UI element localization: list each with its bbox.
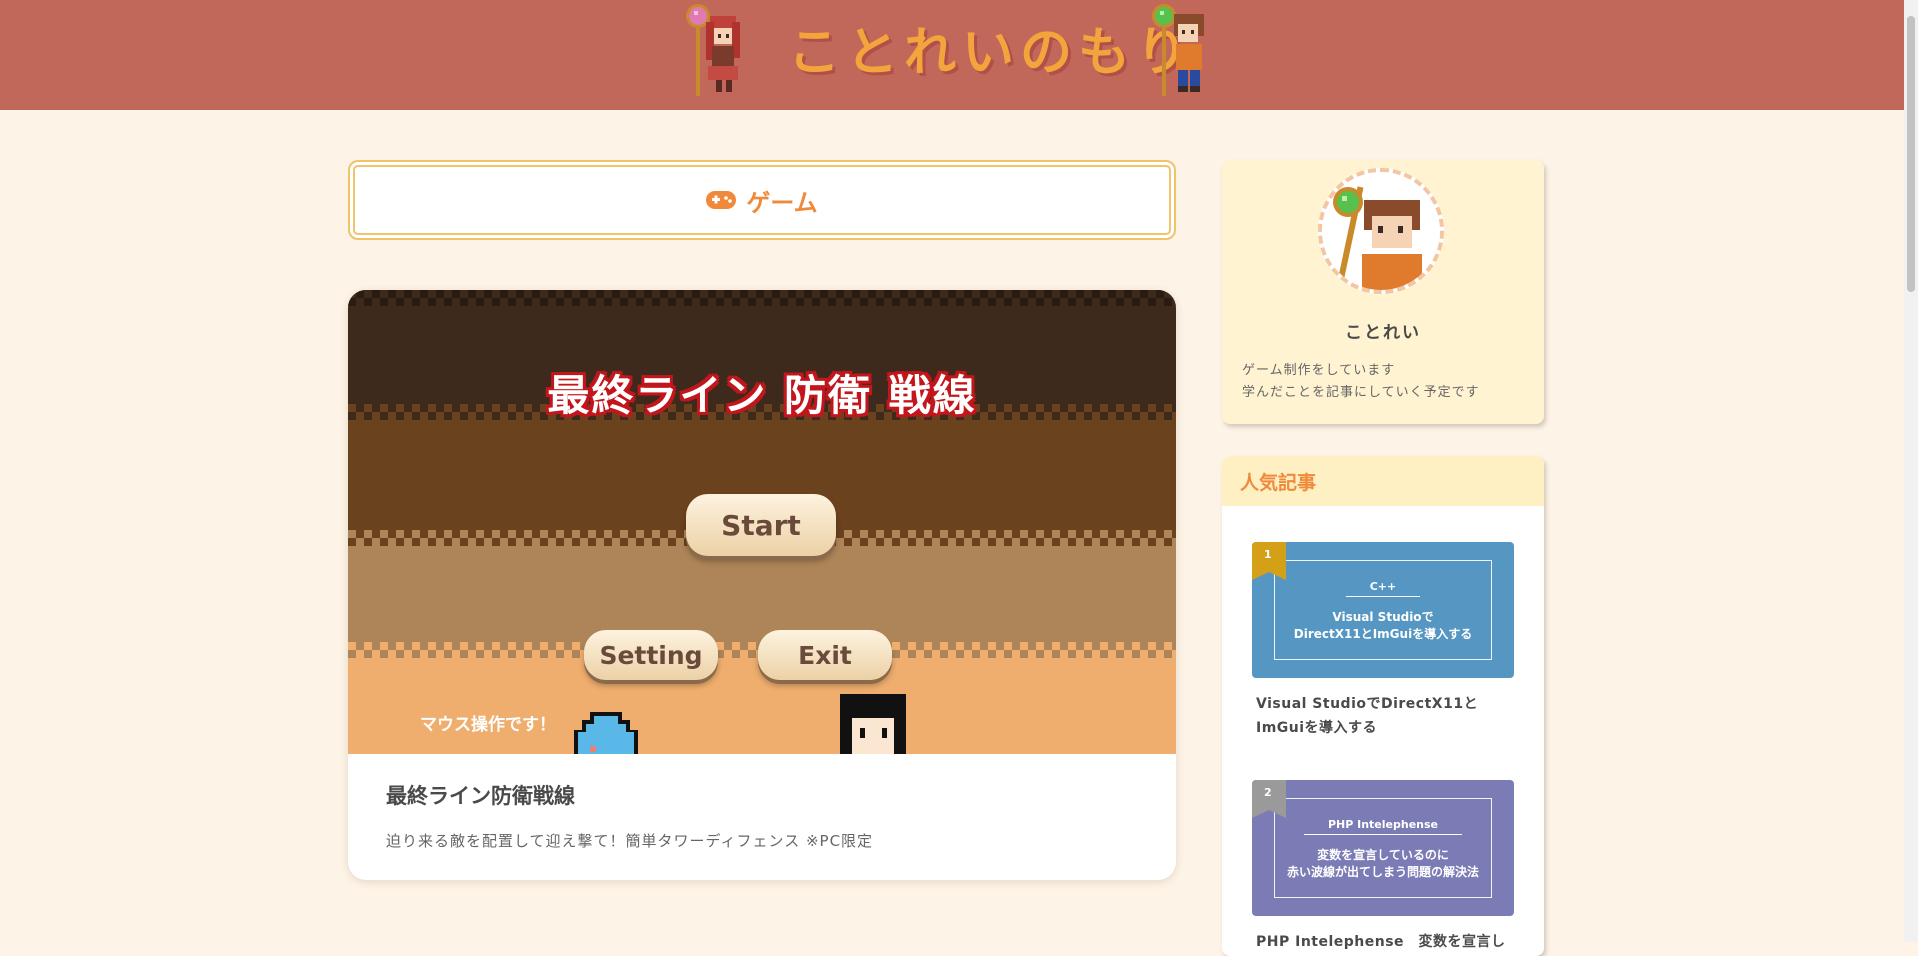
article-thumbnail[interactable]: 最終ライン 防衛 戦線 Start Setting Exit マウス操作です！ xyxy=(348,290,1176,754)
popular-articles-widget: 人気記事 C++ Visual Studioで DirectX11とImGuiを… xyxy=(1222,456,1544,956)
popular-article-tag: PHP Intelephense xyxy=(1303,816,1463,835)
profile-bio-line: ゲーム制作をしています xyxy=(1242,363,1396,378)
popular-article-thumbnail[interactable]: C++ Visual Studioで DirectX11とImGuiを導入する … xyxy=(1252,542,1514,678)
mouse-note: マウス操作です！ xyxy=(420,715,556,735)
article-title[interactable]: 最終ライン防衛戦線 xyxy=(386,780,873,810)
popular-article-tag: C++ xyxy=(1345,578,1421,597)
article-card[interactable]: 最終ライン 防衛 戦線 Start Setting Exit マウス操作です！ … xyxy=(348,290,1176,880)
profile-card: ことれい ゲーム制作をしています 学んだことを記事にしていく予定です xyxy=(1222,160,1544,424)
profile-bio-line: 学んだことを記事にしていく予定です xyxy=(1242,385,1480,400)
popular-article-title[interactable]: Visual StudioでDirectX11とImGuiを導入する xyxy=(1252,692,1514,740)
page-scrollbar[interactable] xyxy=(1904,0,1918,942)
popular-thumb-line: 変数を宣言しているのに xyxy=(1317,847,1449,862)
profile-name: ことれい xyxy=(1345,323,1421,343)
popular-thumb-line: DirectX11とImGuiを導入する xyxy=(1293,626,1473,641)
game-title-logo: 最終ライン 防衛 戦線 xyxy=(547,371,977,420)
avatar xyxy=(1318,168,1444,294)
popular-heading: 人気記事 xyxy=(1222,456,1544,506)
pixel-girl-icon xyxy=(686,4,740,96)
site-title[interactable]: ことれいのもり xyxy=(788,10,1194,85)
category-heading: ゲーム xyxy=(348,160,1176,240)
girl-character-icon xyxy=(840,694,906,754)
article-description: 迫り来る敵を配置して迎え撃て！簡単タワーディフェンス ※PC限定 xyxy=(386,832,874,850)
game-start-button: Start xyxy=(686,494,836,556)
gamepad-icon xyxy=(706,191,737,209)
popular-article-1[interactable]: C++ Visual Studioで DirectX11とImGuiを導入する … xyxy=(1252,542,1514,740)
popular-article-title[interactable]: PHP Intelephense 変数を宣言し xyxy=(1252,930,1514,954)
popular-article-2[interactable]: PHP Intelephense 変数を宣言しているのに 赤い波線が出てしまう問… xyxy=(1252,780,1514,954)
popular-thumb-line: 赤い波線が出てしまう問題の解決法 xyxy=(1286,864,1479,879)
game-setting-button: Setting xyxy=(584,630,718,680)
site-header: ことれいのもり xyxy=(0,0,1904,110)
rank-number: 1 xyxy=(1264,548,1272,561)
scrollbar-thumb[interactable] xyxy=(1907,16,1915,292)
slime-character-icon xyxy=(574,712,638,754)
popular-article-thumbnail[interactable]: PHP Intelephense 変数を宣言しているのに 赤い波線が出てしまう問… xyxy=(1252,780,1514,916)
popular-thumb-line: Visual Studioで xyxy=(1332,609,1434,624)
game-exit-button: Exit xyxy=(758,630,892,680)
pixel-boy-icon xyxy=(1152,4,1204,96)
rank-number: 2 xyxy=(1264,786,1272,799)
profile-bio: ゲーム制作をしています 学んだことを記事にしていく予定です xyxy=(1242,360,1480,404)
avatar-character-icon xyxy=(1322,172,1440,290)
category-label: ゲーム xyxy=(746,188,818,217)
